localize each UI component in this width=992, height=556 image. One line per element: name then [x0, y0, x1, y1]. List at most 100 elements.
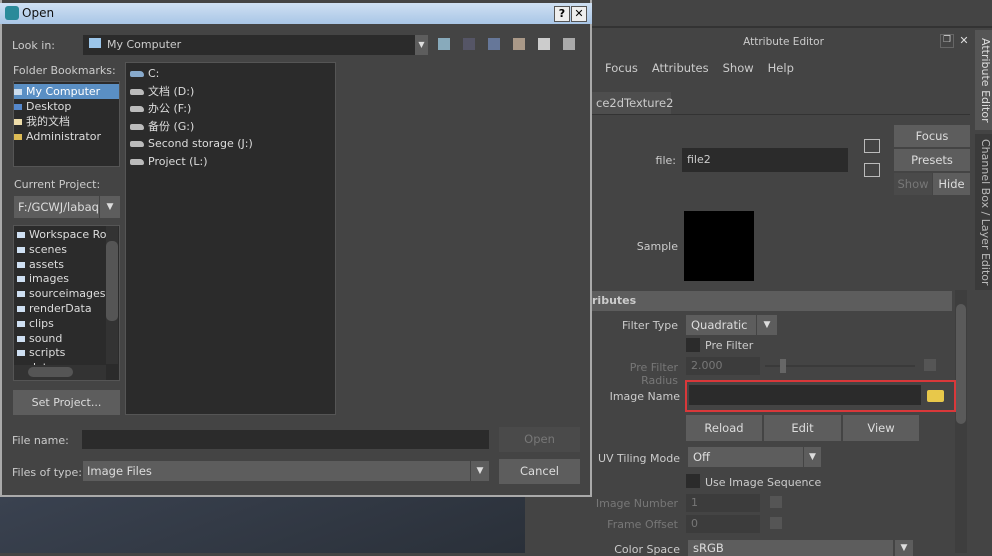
folder-label: scripts [29, 346, 66, 360]
list-view-icon[interactable] [538, 38, 550, 50]
look-in-label: Look in: [12, 39, 55, 52]
file-name-field[interactable]: file2 [682, 148, 848, 172]
folder-icon [17, 305, 25, 312]
pre-filter-checkbox[interactable] [686, 338, 700, 352]
filter-type-dropdown[interactable]: Quadratic [686, 315, 756, 335]
project-folder-item[interactable]: images [14, 271, 119, 286]
current-project-label: Current Project: [14, 178, 101, 191]
project-folder-item[interactable]: assets [14, 257, 119, 272]
help-button[interactable]: ? [554, 6, 570, 22]
project-folder-item[interactable]: Workspace Roo [14, 227, 119, 242]
current-project-dropdown[interactable]: F:/GCWJ/labaqı [14, 196, 99, 218]
computer-icon [89, 38, 101, 48]
drive-label: 办公 (F:) [148, 102, 192, 115]
folder-icon [17, 261, 25, 268]
new-folder-icon[interactable] [513, 38, 525, 50]
folder-icon[interactable] [927, 390, 944, 402]
project-folder-item[interactable]: clips [14, 316, 119, 331]
cancel-button[interactable]: Cancel [499, 459, 580, 484]
bookmark-label: 我的文档 [26, 115, 70, 128]
project-folder-item[interactable]: renderData [14, 301, 119, 316]
tab-channel-box[interactable]: Channel Box / Layer Editor [975, 134, 992, 290]
chevron-down-icon[interactable]: ▼ [757, 315, 777, 335]
bookmark-desktop[interactable]: Desktop [14, 99, 119, 114]
file-name-input[interactable] [82, 430, 489, 449]
uv-tiling-dropdown[interactable]: Off [688, 447, 803, 467]
tab-attribute-editor[interactable]: Attribute Editor [975, 30, 992, 130]
filter-type-label: Filter Type [621, 319, 678, 332]
edit-button[interactable]: Edit [764, 415, 841, 441]
section-header[interactable]: ributes [592, 291, 952, 311]
image-name-field[interactable] [689, 385, 921, 405]
project-folder-item[interactable]: scenes [14, 242, 119, 257]
look-in-dropdown[interactable]: My Computer [83, 35, 415, 55]
show-button[interactable]: Show [894, 173, 932, 195]
pre-filter-radius-slider[interactable] [765, 359, 915, 373]
scrollbar-thumb[interactable] [28, 367, 73, 377]
chevron-down-icon[interactable]: ▼ [415, 35, 428, 55]
pre-filter-label: Pre Filter [705, 339, 754, 352]
files-of-type-dropdown[interactable]: Image Files [83, 461, 470, 481]
forward-icon[interactable] [463, 38, 475, 50]
documents-icon [14, 119, 22, 125]
detail-view-icon[interactable] [563, 38, 575, 50]
image-number-field[interactable]: 1 [686, 494, 760, 512]
close-button[interactable]: ✕ [571, 6, 587, 22]
pre-filter-radius-field[interactable]: 2.000 [686, 357, 760, 375]
file-name-label: File name: [12, 434, 69, 447]
menu-focus[interactable]: Focus [605, 61, 638, 75]
vertical-scrollbar[interactable] [106, 226, 118, 364]
scrollbar-thumb[interactable] [106, 241, 118, 321]
use-sequence-checkbox[interactable] [686, 474, 700, 488]
view-button[interactable]: View [843, 415, 919, 441]
scrollbar[interactable] [955, 290, 967, 553]
hide-button[interactable]: Hide [933, 173, 970, 195]
output-connection-icon[interactable] [864, 163, 880, 177]
drive-item[interactable]: C: [130, 66, 331, 84]
frame-offset-field[interactable]: 0 [686, 515, 760, 533]
uv-tiling-label: UV Tiling Mode [597, 452, 680, 465]
bookmark-my-computer[interactable]: My Computer [14, 84, 119, 99]
map-icon[interactable] [770, 496, 782, 508]
drive-item[interactable]: Second storage (J:) [130, 136, 331, 154]
input-connection-icon[interactable] [864, 139, 880, 153]
map-icon[interactable] [924, 359, 936, 371]
menu-help[interactable]: Help [768, 61, 794, 75]
chevron-down-icon[interactable]: ▼ [804, 447, 821, 467]
image-number-label: Image Number [595, 497, 678, 510]
horizontal-scrollbar[interactable] [14, 365, 106, 380]
open-button[interactable]: Open [499, 427, 580, 452]
up-icon[interactable] [488, 38, 500, 50]
menu-attributes[interactable]: Attributes [652, 61, 709, 75]
back-icon[interactable] [438, 38, 450, 50]
tab-node[interactable]: ce2dTexture2 [592, 92, 673, 114]
float-icon[interactable]: ❐ [940, 34, 954, 48]
chevron-down-icon[interactable]: ▼ [471, 461, 489, 481]
file-list: C: 文档 (D:) 办公 (F:) 备份 (G:) Second storag… [125, 62, 336, 415]
drive-item[interactable]: Project (L:) [130, 154, 331, 172]
drive-item[interactable]: 文档 (D:) [130, 84, 331, 102]
project-folder-item[interactable]: sound [14, 331, 119, 346]
close-icon[interactable]: ✕ [957, 34, 971, 48]
bookmark-administrator[interactable]: Administrator [14, 129, 119, 144]
focus-button[interactable]: Focus [894, 125, 970, 147]
color-space-dropdown[interactable]: sRGB [688, 540, 893, 556]
chevron-down-icon[interactable]: ▼ [895, 540, 913, 556]
chevron-down-icon[interactable]: ▼ [100, 196, 120, 218]
scrollbar-thumb[interactable] [956, 304, 966, 424]
menu-show[interactable]: Show [723, 61, 754, 75]
sample-label: Sample [636, 240, 678, 253]
presets-button[interactable]: Presets [894, 149, 970, 171]
project-folder-item[interactable]: sourceimages [14, 286, 119, 301]
set-project-button[interactable]: Set Project... [13, 390, 120, 415]
drive-label: Project (L:) [148, 154, 208, 168]
bookmark-documents[interactable]: 我的文档 [14, 114, 119, 129]
slider-handle[interactable] [780, 359, 786, 373]
drive-item[interactable]: 办公 (F:) [130, 101, 331, 119]
reload-button[interactable]: Reload [686, 415, 762, 441]
map-icon[interactable] [770, 517, 782, 529]
folder-icon [17, 320, 25, 327]
drive-label: 备份 (G:) [148, 119, 195, 133]
drive-item[interactable]: 备份 (G:) [130, 119, 331, 137]
project-folder-item[interactable]: scripts [14, 345, 119, 360]
